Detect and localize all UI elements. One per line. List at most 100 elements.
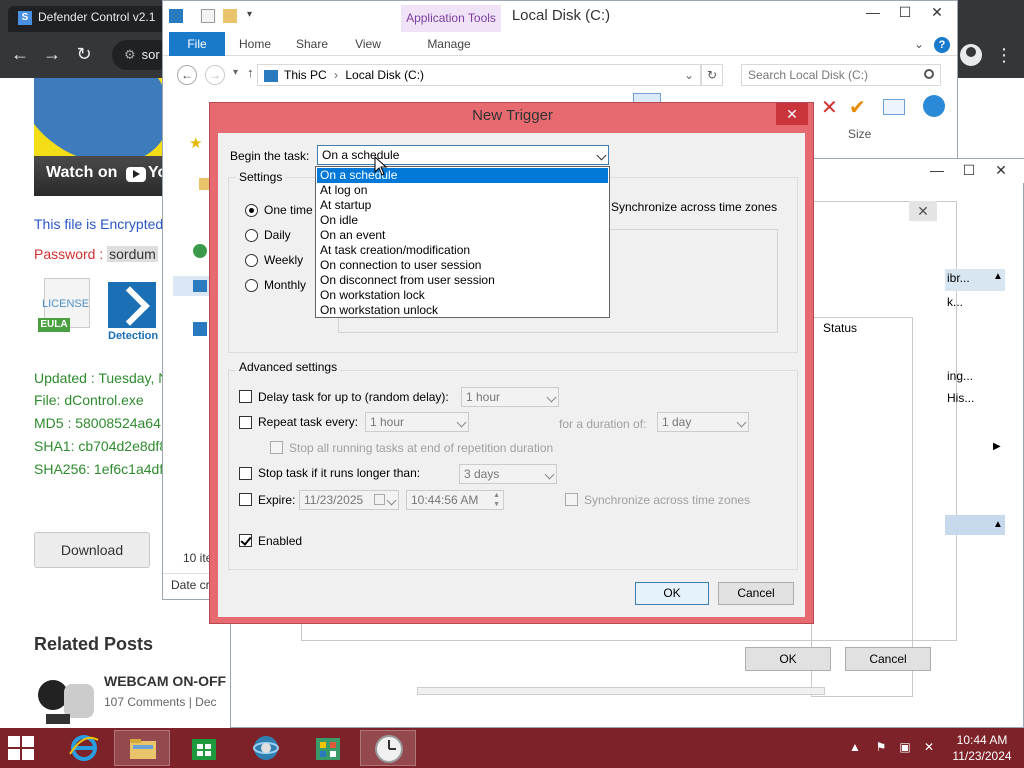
webcam-thumbnail[interactable] xyxy=(34,674,94,726)
homegroup-icon[interactable] xyxy=(193,244,207,258)
actions-item[interactable]: ing... xyxy=(947,369,973,383)
begin-task-options-list[interactable]: On a schedule At log on At startup On id… xyxy=(315,166,610,318)
address-bar[interactable]: This PC › Local Disk (C:) ⌄ xyxy=(257,64,701,86)
system-clock[interactable]: 10:44 AM 11/23/2024 xyxy=(944,732,1020,766)
option-on-idle[interactable]: On idle xyxy=(317,213,608,228)
option-at-log-on[interactable]: At log on xyxy=(317,183,608,198)
expire-date-picker[interactable]: 11/23/2025 xyxy=(299,490,399,510)
tab-share[interactable]: Share xyxy=(287,32,337,56)
profile-avatar-icon[interactable] xyxy=(960,44,982,66)
expand-arrow-icon[interactable]: ▶ xyxy=(993,441,1001,452)
stop-longer-label[interactable]: Stop task if it runs longer than: xyxy=(258,466,420,480)
sync-timezones-label[interactable]: Synchronize across time zones xyxy=(611,200,777,214)
internet-explorer-icon[interactable] xyxy=(56,730,112,766)
status-column-header[interactable]: Status xyxy=(823,321,913,341)
monthly-radio[interactable] xyxy=(245,279,258,292)
horizontal-scrollbar[interactable] xyxy=(417,687,825,695)
recent-dropdown-icon[interactable]: ▾ xyxy=(233,67,238,78)
close-icon[interactable]: ✕ xyxy=(985,159,1017,181)
option-on-a-schedule[interactable]: On a schedule xyxy=(317,168,608,183)
close-icon[interactable]: ✕ xyxy=(776,103,808,125)
expire-label[interactable]: Expire: xyxy=(258,493,295,507)
ok-button[interactable]: OK xyxy=(635,582,709,605)
menu-kebab-icon[interactable]: ⋮ xyxy=(992,40,1016,70)
option-workstation-unlock[interactable]: On workstation unlock xyxy=(317,303,608,318)
clock-app-icon[interactable] xyxy=(360,730,416,766)
store-icon[interactable] xyxy=(176,730,232,766)
action-center-flag-icon[interactable]: ⚑ xyxy=(874,740,888,754)
back-arrow-icon[interactable]: ← xyxy=(177,65,197,85)
actions-item[interactable]: His... xyxy=(947,391,974,405)
close-icon[interactable]: ✕ xyxy=(909,201,937,221)
properties-icon[interactable] xyxy=(201,9,215,23)
license-icon[interactable]: LICENSE EULA xyxy=(38,278,96,336)
globe-icon[interactable] xyxy=(923,95,945,117)
daily-label[interactable]: Daily xyxy=(264,228,291,242)
expand-ribbon-icon[interactable]: ⌄ xyxy=(911,32,927,56)
breadcrumb-this-pc[interactable]: This PC xyxy=(284,68,327,82)
network-globe-icon[interactable] xyxy=(238,730,294,766)
detection-icon[interactable]: Detection xyxy=(106,282,162,344)
collapse-arrow-icon[interactable]: ▲ xyxy=(993,271,1003,282)
actions-item[interactable]: k... xyxy=(947,295,963,309)
minimize-icon[interactable]: — xyxy=(921,159,953,181)
file-explorer-icon[interactable] xyxy=(114,730,170,766)
windows-start-icon[interactable] xyxy=(8,736,36,762)
one-time-label[interactable]: One time xyxy=(264,203,313,217)
customize-arrow-icon[interactable]: ▾ xyxy=(247,9,261,23)
size-column-header[interactable]: Size xyxy=(848,127,871,141)
option-at-startup[interactable]: At startup xyxy=(317,198,608,213)
star-icon[interactable]: ★ xyxy=(189,134,202,152)
download-button[interactable]: Download xyxy=(34,532,150,568)
daily-radio[interactable] xyxy=(245,229,258,242)
repeat-label[interactable]: Repeat task every: xyxy=(258,415,358,429)
duration-dropdown[interactable]: 1 day xyxy=(657,412,749,432)
option-disconnect-session[interactable]: On disconnect from user session xyxy=(317,273,608,288)
volume-muted-icon[interactable]: ✕ xyxy=(922,740,936,754)
checkmark-icon[interactable]: ✔ xyxy=(849,95,866,120)
tab-home[interactable]: Home xyxy=(231,32,279,56)
minimize-icon[interactable]: — xyxy=(857,1,889,23)
trigger-list[interactable] xyxy=(811,317,913,697)
weekly-radio[interactable] xyxy=(245,254,258,267)
delay-checkbox[interactable] xyxy=(239,390,252,403)
search-input[interactable]: Search Local Disk (C:) xyxy=(741,64,941,86)
one-time-radio[interactable] xyxy=(245,204,258,217)
network-status-icon[interactable]: ▣ xyxy=(898,740,912,754)
option-connection-session[interactable]: On connection to user session xyxy=(317,258,608,273)
scheduler-ok-button[interactable]: OK xyxy=(745,647,831,671)
enabled-checkbox[interactable] xyxy=(239,534,252,547)
folder-icon[interactable] xyxy=(199,178,209,190)
refresh-icon[interactable]: ↻ xyxy=(701,64,723,86)
delete-icon[interactable]: ✕ xyxy=(821,95,838,120)
collapse-arrow-icon[interactable]: ▲ xyxy=(993,519,1003,530)
monthly-label[interactable]: Monthly xyxy=(264,278,306,292)
stop-longer-checkbox[interactable] xyxy=(239,467,252,480)
up-arrow-icon[interactable]: ↑ xyxy=(247,65,254,80)
stop-running-checkbox[interactable] xyxy=(270,441,283,454)
option-workstation-lock[interactable]: On workstation lock xyxy=(317,288,608,303)
breadcrumb-local-disk[interactable]: Local Disk (C:) xyxy=(345,68,424,82)
repeat-dropdown[interactable]: 1 hour xyxy=(365,412,469,432)
tab-manage[interactable]: Manage xyxy=(417,32,481,56)
show-hidden-icons-icon[interactable]: ▲ xyxy=(848,740,862,754)
rename-icon[interactable] xyxy=(883,99,905,115)
option-on-an-event[interactable]: On an event xyxy=(317,228,608,243)
expire-time-spinner[interactable]: 10:44:56 AM ▲ ▼ xyxy=(406,490,504,510)
option-task-creation[interactable]: At task creation/modification xyxy=(317,243,608,258)
delay-label[interactable]: Delay task for up to (random delay): xyxy=(258,390,449,404)
back-arrow-icon[interactable]: ← xyxy=(10,44,30,64)
close-icon[interactable]: ✕ xyxy=(921,1,953,23)
actions-item[interactable]: ibr... xyxy=(947,271,970,285)
stop-longer-dropdown[interactable]: 3 days xyxy=(459,464,557,484)
tab-view[interactable]: View xyxy=(343,32,393,56)
webcam-post-title[interactable]: WEBCAM ON-OFF xyxy=(104,673,226,689)
cancel-button[interactable]: Cancel xyxy=(718,582,794,605)
enabled-label[interactable]: Enabled xyxy=(258,534,302,548)
forward-arrow-icon[interactable]: → xyxy=(42,44,62,64)
this-pc-icon[interactable] xyxy=(193,280,207,292)
task-scheduler-app-icon[interactable] xyxy=(300,730,356,766)
maximize-icon[interactable]: ☐ xyxy=(953,159,985,181)
reload-icon[interactable]: ↻ xyxy=(74,44,94,64)
help-icon[interactable]: ? xyxy=(933,32,951,56)
